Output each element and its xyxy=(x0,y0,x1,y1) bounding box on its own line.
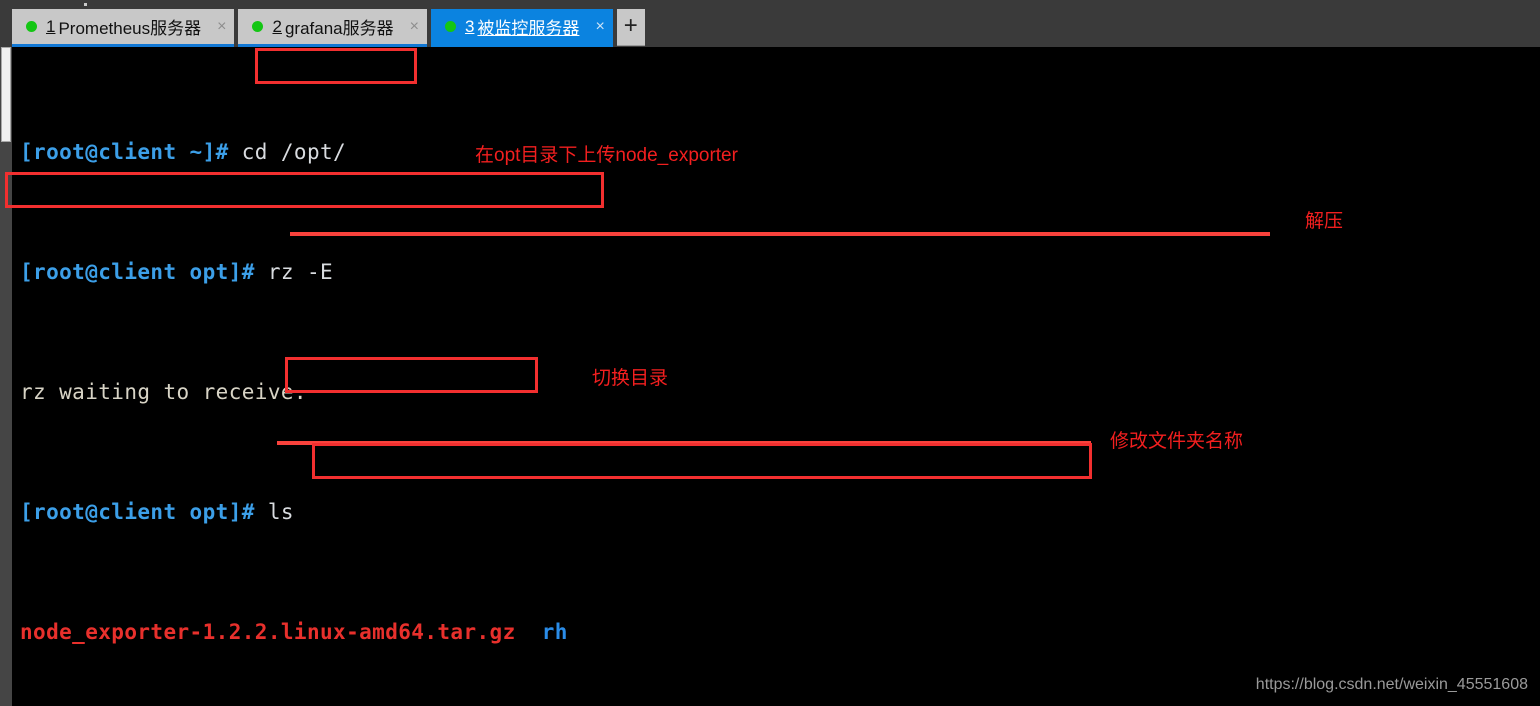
new-tab-button[interactable]: + xyxy=(616,9,645,46)
tab-prometheus-server[interactable]: 1 Prometheus服务器 × xyxy=(12,9,235,47)
tab-number: 1 xyxy=(46,16,56,36)
watermark-text: https://blog.csdn.net/weixin_45551608 xyxy=(1255,676,1528,693)
close-icon[interactable]: × xyxy=(595,18,604,35)
scrollbar-thumb[interactable] xyxy=(1,47,11,142)
close-icon[interactable]: × xyxy=(410,18,419,35)
scrollbar-track[interactable] xyxy=(0,47,12,706)
archive-filename: node_exporter-1.2.2.linux-amd64.tar.gz xyxy=(20,620,516,644)
tab-number: 3 xyxy=(464,16,475,36)
terminal-line: [root@client opt]# ls xyxy=(12,497,1540,527)
shell-prompt: [root@client opt]# xyxy=(20,500,255,524)
terminal-line: [root@client opt]# rz -E xyxy=(12,257,1540,287)
tab-bar: 1 Prometheus服务器 × 2 grafana服务器 × 3 被监控服务… xyxy=(0,0,1540,47)
green-dot-icon xyxy=(26,21,37,32)
tab-label: 被监控服务器 xyxy=(477,19,580,38)
terminal-line: [root@client ~]# cd /opt/ xyxy=(12,137,1540,167)
tab-number: 2 xyxy=(272,16,282,36)
terminal-window: 1 Prometheus服务器 × 2 grafana服务器 × 3 被监控服务… xyxy=(0,0,1540,706)
terminal-line: node_exporter-1.2.2.linux-amd64.tar.gz r… xyxy=(12,617,1540,647)
shell-prompt: [root@client opt]# xyxy=(20,260,255,284)
shell-output: rz waiting to receive. xyxy=(20,380,307,404)
terminal-line: rz waiting to receive. xyxy=(12,377,1540,407)
shell-command: ls xyxy=(254,500,294,524)
green-dot-icon xyxy=(444,21,456,32)
tab-label: Prometheus服务器 xyxy=(58,19,202,38)
shell-command: cd /opt/ xyxy=(228,140,347,164)
green-dot-icon xyxy=(252,21,264,32)
tab-monitored-server[interactable]: 3 被监控服务器 × xyxy=(430,9,613,47)
directory-name: rh xyxy=(515,620,568,644)
terminal-output[interactable]: [root@client ~]# cd /opt/ [root@client o… xyxy=(12,47,1540,706)
shell-prompt: [root@client ~]# xyxy=(20,140,229,164)
tab-grafana-server[interactable]: 2 grafana服务器 × xyxy=(238,9,427,47)
shell-command: rz -E xyxy=(254,260,334,284)
window-decor-dot-icon xyxy=(84,3,87,6)
tab-label: grafana服务器 xyxy=(284,19,394,38)
close-icon[interactable]: × xyxy=(217,18,226,35)
